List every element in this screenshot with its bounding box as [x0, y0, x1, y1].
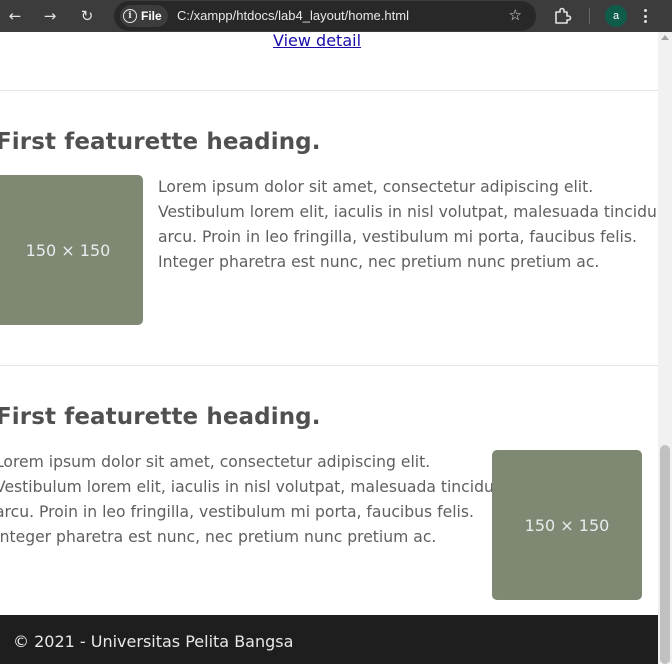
menu-dot [644, 20, 647, 23]
menu-dot [644, 9, 647, 12]
forward-button[interactable]: → [38, 4, 62, 28]
scrollbar-thumb[interactable] [660, 445, 670, 664]
back-button[interactable]: ← [3, 4, 27, 28]
profile-avatar[interactable]: a [605, 5, 627, 27]
featurette-divider [0, 365, 658, 366]
view-detail-link[interactable]: View detail [273, 32, 361, 50]
reload-icon: ↻ [80, 6, 94, 25]
address-bar[interactable]: i File C:/xampp/htdocs/lab4_layout/home.… [114, 1, 536, 31]
text-line: Lorem ipsum dolor sit amet, consectetur … [158, 178, 594, 196]
page-footer: © 2021 - Universitas Pelita Bangsa [0, 615, 658, 664]
image-placeholder: 150 × 150 [0, 175, 143, 325]
text-line: Vestibulum lorem elit, iaculis in nisl v… [158, 203, 658, 221]
puzzle-icon[interactable] [552, 6, 572, 26]
featurette-divider [0, 90, 658, 91]
image-placeholder-label: 150 × 150 [524, 515, 610, 535]
arrow-left-icon: ← [8, 6, 22, 25]
file-scheme-label: File [141, 9, 162, 23]
vertical-scrollbar[interactable] [658, 32, 672, 664]
featurette-heading: First featurette heading. [0, 404, 321, 430]
image-placeholder: 150 × 150 [492, 450, 642, 600]
featurette-text: Lorem ipsum dolor sit amet, consectetur … [0, 450, 510, 550]
browser-toolbar: ← → ↻ i File C:/xampp/htdocs/lab4_layout… [0, 0, 672, 32]
text-line: arcu. Proin in leo fringilla, vestibulum… [0, 503, 474, 521]
page-viewport: View detail First featurette heading. 15… [0, 32, 658, 664]
text-line: Integer pharetra est nunc, nec pretium n… [0, 528, 437, 546]
text-line: Integer pharetra est nunc, nec pretium n… [158, 253, 600, 271]
star-icon[interactable]: ☆ [509, 6, 522, 24]
toolbar-separator [589, 8, 590, 24]
text-line: Vestibulum lorem elit, iaculis in nisl v… [0, 478, 510, 496]
menu-dot [644, 14, 647, 18]
text-line: arcu. Proin in leo fringilla, vestibulum… [158, 228, 637, 246]
image-placeholder-label: 150 × 150 [25, 240, 111, 260]
reload-button[interactable]: ↻ [75, 4, 99, 28]
featurette-text: Lorem ipsum dolor sit amet, consectetur … [158, 175, 658, 275]
more-vertical-icon[interactable] [644, 9, 648, 23]
arrow-right-icon: → [43, 6, 57, 25]
site-info-chip[interactable]: i File [120, 5, 168, 27]
info-icon: i [123, 9, 137, 23]
url-text[interactable]: C:/xampp/htdocs/lab4_layout/home.html [177, 8, 409, 23]
text-line: Lorem ipsum dolor sit amet, consectetur … [0, 453, 431, 471]
featurette-heading: First featurette heading. [0, 129, 321, 155]
scroll-up-arrow-icon[interactable] [661, 35, 669, 40]
footer-copyright: © 2021 - Universitas Pelita Bangsa [13, 632, 294, 651]
